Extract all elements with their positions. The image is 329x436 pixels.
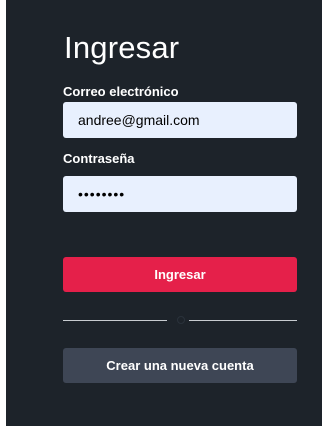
password-label: Contraseña xyxy=(63,151,135,166)
page-title: Ingresar xyxy=(64,30,180,65)
login-panel: Ingresar Correo electrónico Contraseña I… xyxy=(6,0,322,426)
email-field[interactable] xyxy=(63,102,297,138)
create-account-button[interactable]: Crear una nueva cuenta xyxy=(63,348,297,383)
email-label: Correo electrónico xyxy=(63,84,179,99)
divider xyxy=(63,314,297,326)
login-button[interactable]: Ingresar xyxy=(63,257,297,292)
password-field[interactable] xyxy=(63,176,297,212)
divider-line-left xyxy=(63,320,167,321)
divider-circle-icon xyxy=(177,316,185,324)
divider-line-right xyxy=(189,320,297,321)
